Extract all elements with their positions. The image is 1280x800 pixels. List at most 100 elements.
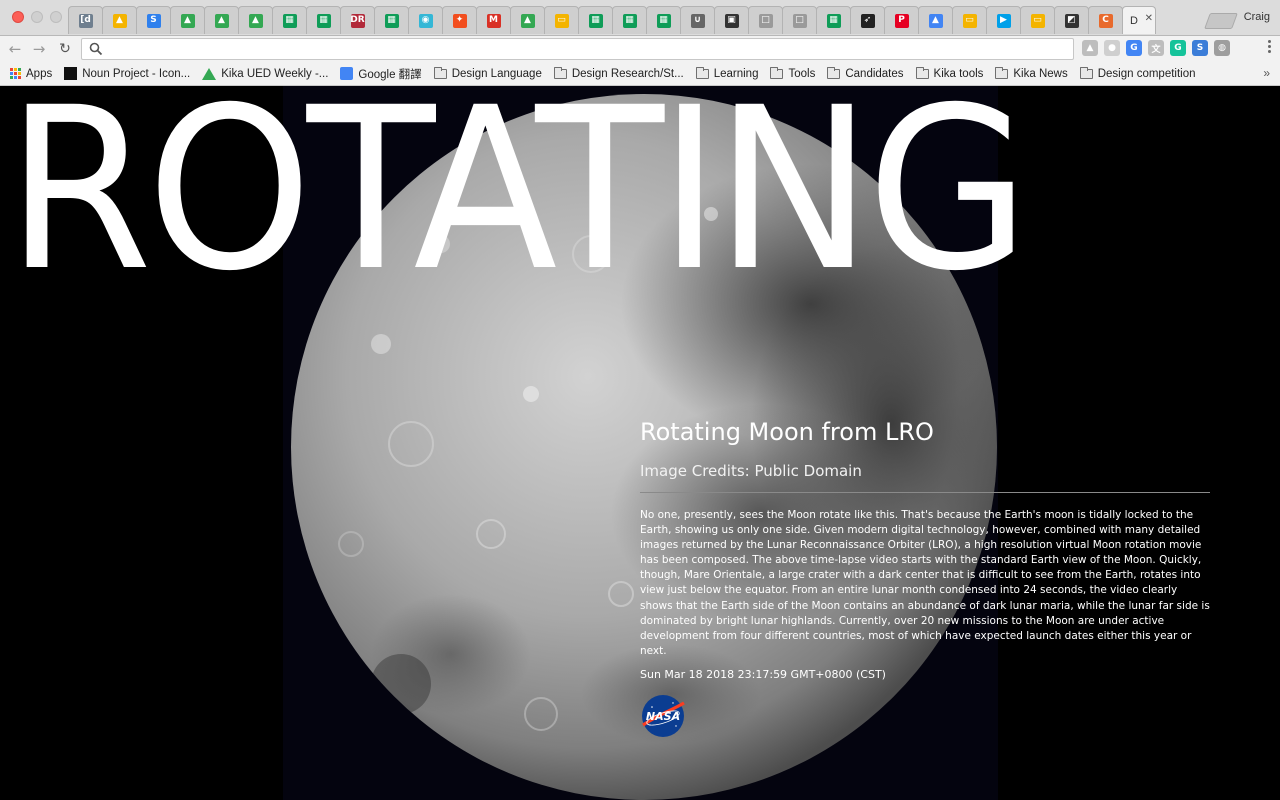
drive-icon (202, 67, 217, 80)
bookmark-label: Design Language (451, 67, 542, 80)
bookmark-item[interactable]: Google 翻譯 (340, 66, 422, 82)
browser-tab[interactable]: ▦ (816, 6, 851, 34)
grammarly-ext-icon[interactable]: G (1170, 40, 1186, 56)
browser-tab-active[interactable]: D ✕ (1122, 6, 1156, 34)
article-description: No one, presently, sees the Moon rotate … (640, 509, 1210, 657)
translate-icon (340, 67, 354, 80)
more-bookmarks-icon[interactable]: » (1263, 66, 1270, 80)
folder-icon (1079, 66, 1093, 79)
apps-grid-icon (10, 68, 21, 79)
folder-icon (695, 66, 709, 79)
noun-project-icon (64, 67, 78, 80)
bookmark-item[interactable]: Kika News (995, 66, 1068, 80)
browser-tab[interactable]: ▦ (646, 6, 681, 34)
browser-tab[interactable]: ▭ (544, 6, 579, 34)
window-maximize-button[interactable] (50, 11, 62, 23)
browser-tab[interactable]: ◉ (408, 6, 443, 34)
bookmark-label: Kika News (1013, 67, 1068, 80)
play-icon: ▶ (996, 13, 1011, 28)
bookmark-label: Kika UED Weekly -... (221, 67, 329, 80)
reload-icon[interactable]: ↻ (56, 40, 74, 58)
browser-tab[interactable]: ◩ (1054, 6, 1089, 34)
drive-icon: ▲ (928, 13, 943, 28)
bookmark-item[interactable]: Design competition (1079, 66, 1196, 80)
browser-menu-icon[interactable] (1268, 40, 1272, 53)
divider (640, 492, 1210, 493)
browser-tab[interactable]: ▦ (272, 6, 307, 34)
browser-tab[interactable]: ▦ (578, 6, 613, 34)
browser-tab[interactable]: ▭ (952, 6, 987, 34)
page-content: ROTATING Rotating Moon from LRO Image Cr… (0, 86, 1280, 800)
browser-tab[interactable]: S (136, 6, 171, 34)
docs-ext-icon[interactable]: 文 (1148, 40, 1164, 56)
new-tab-button[interactable] (1204, 13, 1238, 29)
folder-icon (553, 66, 567, 79)
bookmark-item[interactable]: Learning (695, 66, 759, 80)
bookmark-item[interactable]: Noun Project - Icon... (64, 67, 190, 80)
bookmark-item[interactable]: Tools (770, 66, 815, 80)
bookmark-label: Learning (713, 67, 759, 80)
browser-tab[interactable]: □ (782, 6, 817, 34)
globe-ext-icon[interactable]: ◍ (1214, 40, 1230, 56)
drive-icon: ▲ (248, 13, 263, 28)
slides-icon: ▭ (962, 13, 977, 28)
browser-tab[interactable]: ▲ (102, 6, 137, 34)
slides-icon: ▭ (1030, 13, 1045, 28)
drive-ext-icon[interactable]: ▲ (1082, 40, 1098, 56)
browser-tab[interactable]: DR (340, 6, 375, 34)
address-bar[interactable] (81, 38, 1074, 60)
bookmark-item[interactable]: Apps (10, 68, 52, 80)
u-icon: ∪ (690, 13, 705, 28)
bookmark-label: Kika tools (933, 67, 984, 80)
multi-icon: ◩ (1064, 13, 1079, 28)
browser-tab[interactable]: M (476, 6, 511, 34)
browser-tab[interactable]: ▶ (986, 6, 1021, 34)
pinterest-icon: P (894, 13, 909, 28)
nasa-logo-icon[interactable]: NASA (640, 693, 686, 739)
close-tab-icon[interactable]: ✕ (1145, 13, 1153, 24)
browser-tab[interactable]: ▣ (714, 6, 749, 34)
sheets-icon: ▦ (316, 13, 331, 28)
browser-tab[interactable]: C (1088, 6, 1123, 34)
bookmark-label: Google 翻譯 (358, 68, 422, 81)
browser-tab[interactable]: ▦ (374, 6, 409, 34)
folder-icon (770, 66, 784, 79)
browser-tab[interactable]: [d (68, 6, 103, 34)
nasa-logo-text: NASA (646, 710, 680, 723)
browser-tab[interactable]: ✦ (442, 6, 477, 34)
folder-icon (827, 66, 841, 79)
circle-ext-icon[interactable]: ● (1104, 40, 1120, 56)
bookmark-item[interactable]: Design Research/St... (553, 66, 684, 80)
browser-tab[interactable]: ▲ (170, 6, 205, 34)
browser-tab[interactable]: ▲ (238, 6, 273, 34)
browser-tab[interactable]: P (884, 6, 919, 34)
timestamp: Sun Mar 18 2018 23:17:59 GMT+0800 (CST) (640, 667, 886, 681)
bookmark-item[interactable]: Design Language (433, 66, 542, 80)
browser-tab[interactable]: ▦ (612, 6, 647, 34)
browser-tab[interactable]: ▭ (1020, 6, 1055, 34)
browser-tab[interactable]: ▦ (306, 6, 341, 34)
browser-tab[interactable]: ▲ (204, 6, 239, 34)
window-minimize-button[interactable] (31, 11, 43, 23)
browser-tab[interactable]: ∪ (680, 6, 715, 34)
bookmark-item[interactable]: Candidates (827, 66, 904, 80)
s-ext-icon[interactable]: S (1192, 40, 1208, 56)
translate-ext-icon[interactable]: G (1126, 40, 1142, 56)
notes-icon: ▣ (724, 13, 739, 28)
forward-arrow-icon[interactable]: → (30, 40, 48, 58)
back-arrow-icon[interactable]: ← (6, 40, 24, 58)
browser-tab[interactable]: ▲ (510, 6, 545, 34)
gmail-icon: M (486, 13, 501, 28)
bookmark-item[interactable]: Kika UED Weekly -... (202, 67, 329, 80)
browser-tab[interactable]: □ (748, 6, 783, 34)
browser-toolbar: ← → ↻ ▲ ● G 文 G S ◍ (0, 36, 1280, 62)
drive-icon: ▲ (180, 13, 195, 28)
bookmark-label: Candidates (845, 67, 904, 80)
profile-button[interactable]: Craig (1244, 11, 1270, 23)
browser-tab[interactable]: ▲ (918, 6, 953, 34)
window-close-button[interactable] (12, 11, 24, 23)
bookmark-item[interactable]: Kika tools (915, 66, 984, 80)
folder-icon (995, 66, 1009, 79)
browser-tab[interactable]: ➶ (850, 6, 885, 34)
figma-icon: ✦ (452, 13, 467, 28)
